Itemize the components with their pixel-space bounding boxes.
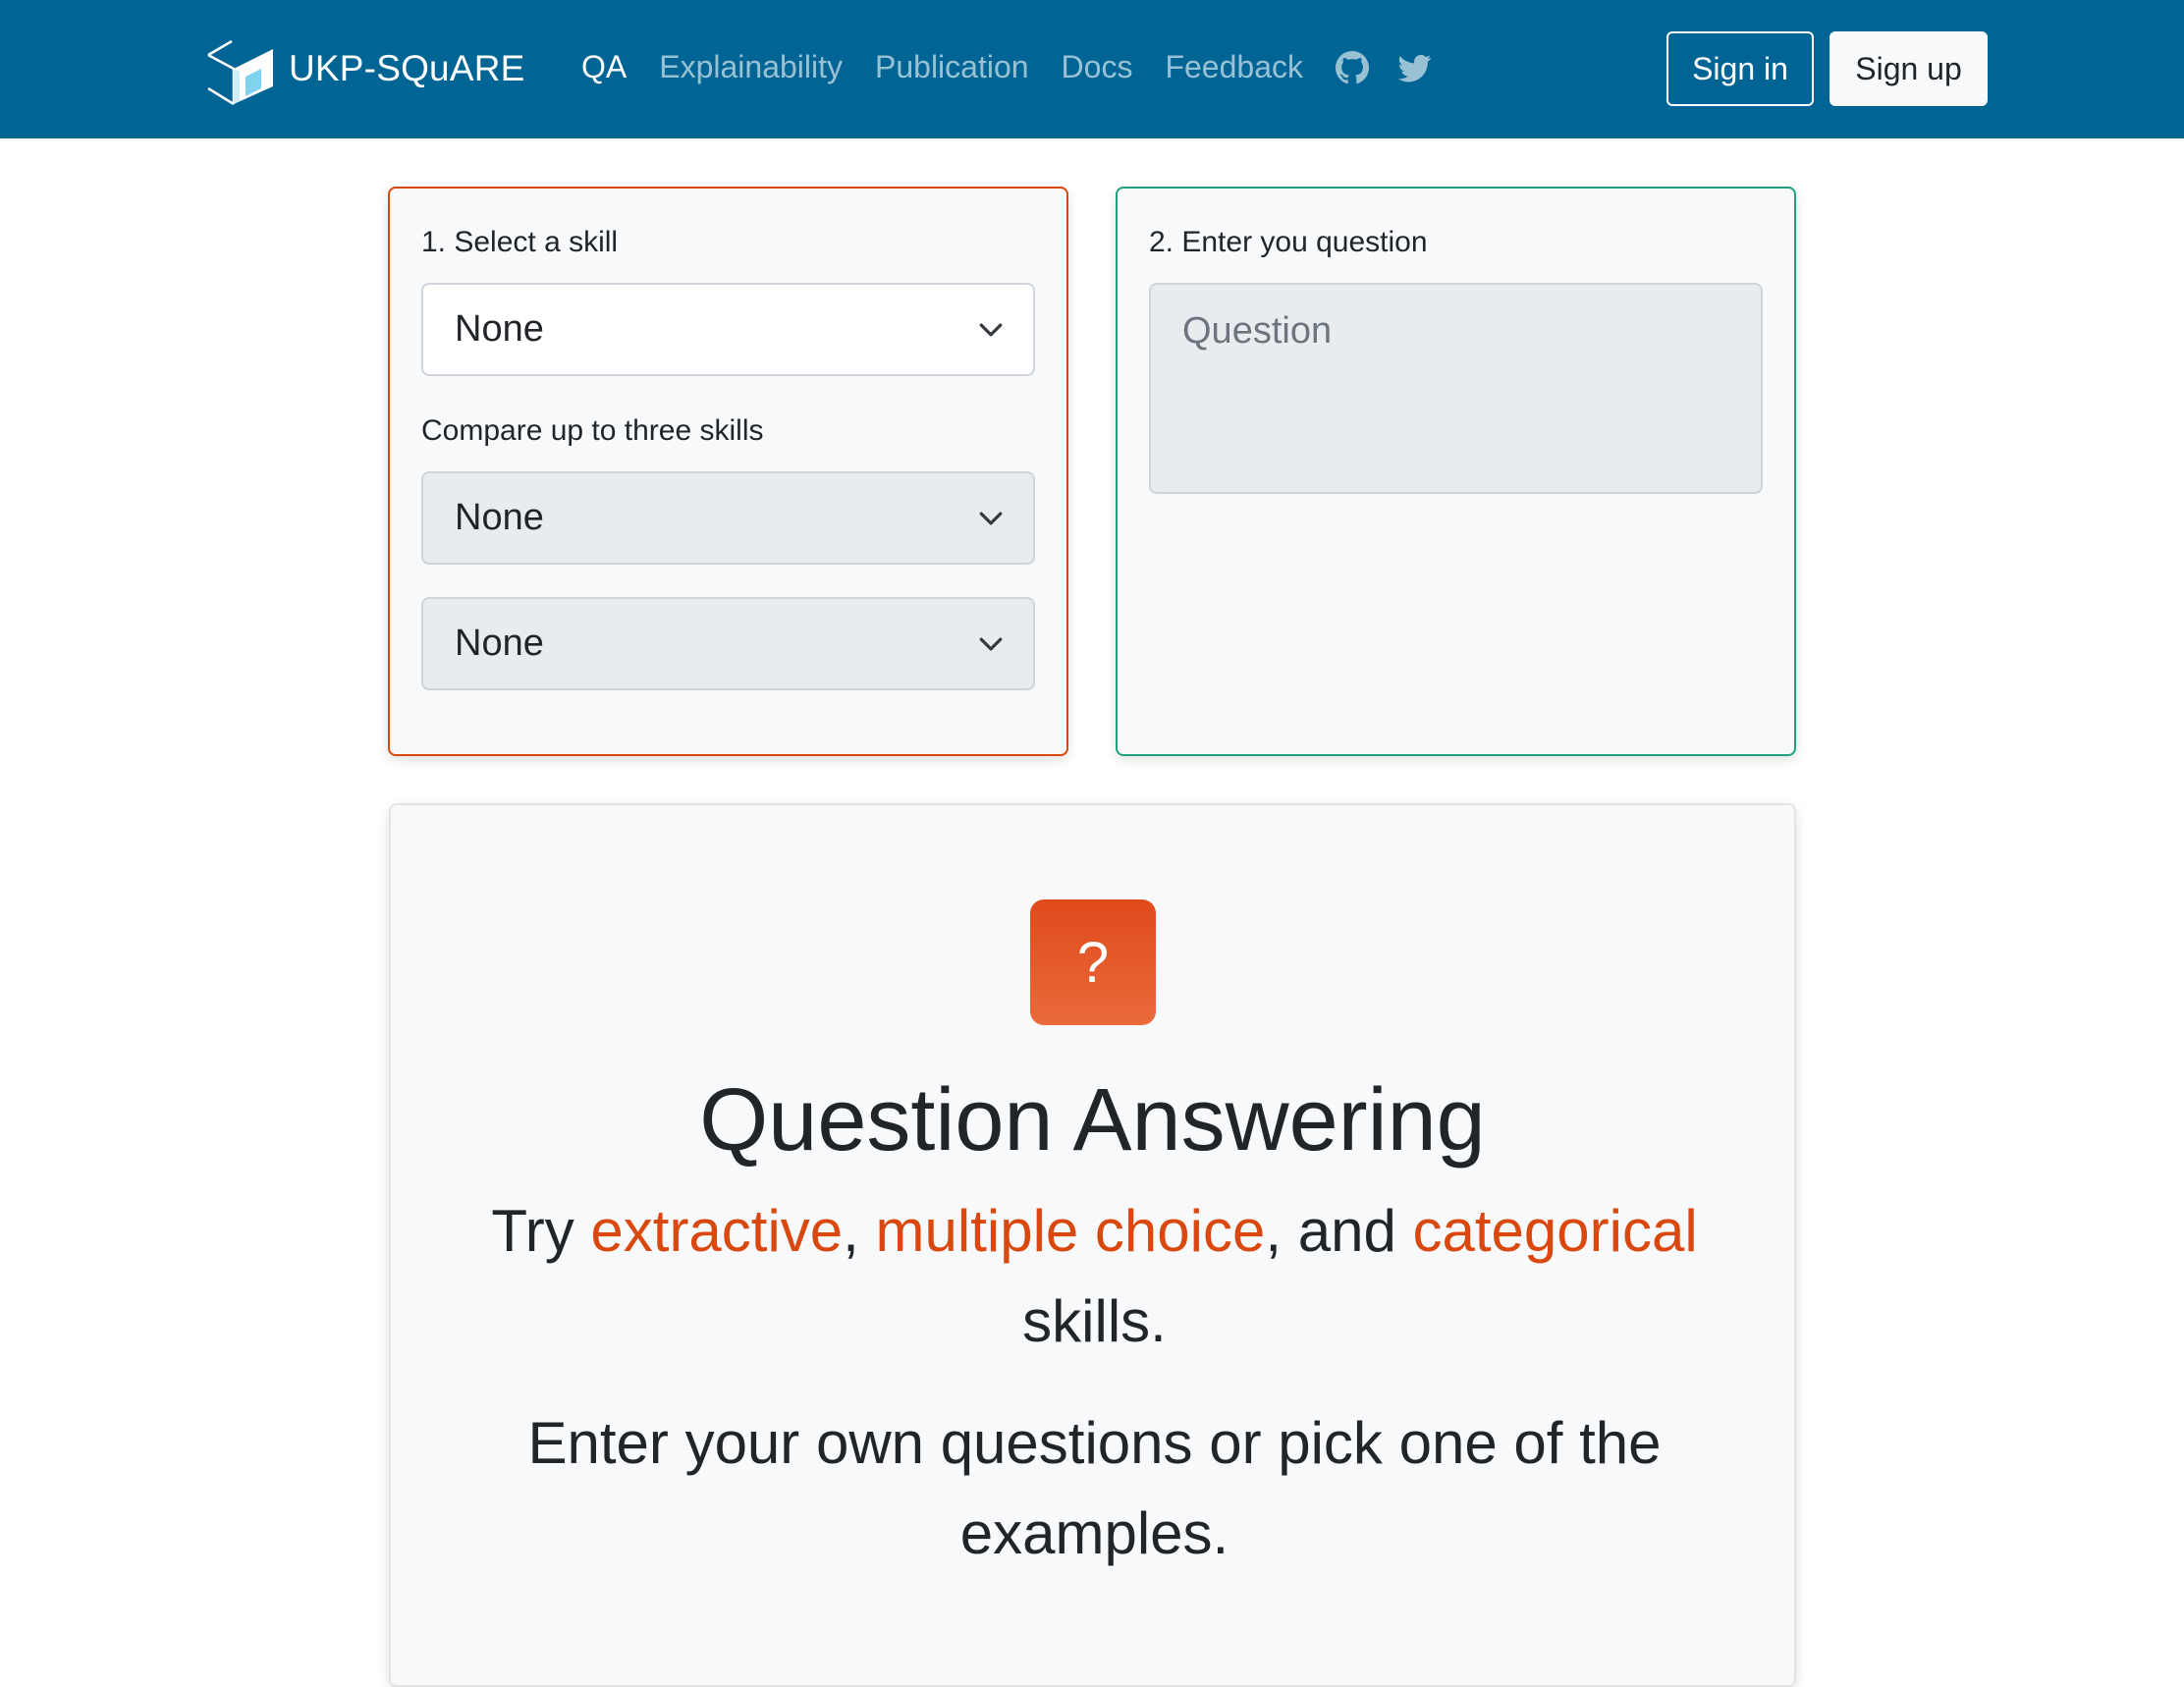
brand-name: UKP-SQuARE [289, 48, 525, 88]
sign-in-button[interactable]: Sign in [1666, 31, 1814, 106]
try-prefix: Try [491, 1198, 591, 1264]
multiple-choice-link[interactable]: multiple choice [876, 1198, 1266, 1264]
square-logo-icon [207, 39, 273, 106]
page-title: Question Answering [699, 1071, 1486, 1170]
try-suffix: skills. [1022, 1288, 1167, 1354]
chevron-down-icon [979, 637, 1003, 651]
skill-types-text: Try extractive, multiple choice, and cat… [489, 1186, 1700, 1367]
github-icon[interactable] [1335, 50, 1369, 84]
nav-link-publication[interactable]: Publication [875, 49, 1029, 85]
nav-link-feedback[interactable]: Feedback [1165, 49, 1303, 85]
nav-link-docs[interactable]: Docs [1062, 49, 1133, 85]
compare-skill-value-2: None [455, 623, 544, 664]
question-input[interactable]: Question [1149, 283, 1763, 494]
question-mark-icon: ? [1030, 899, 1156, 1025]
compare-skill-select-1[interactable]: None [421, 471, 1035, 565]
instructions-text: Enter your own questions or pick one of … [527, 1410, 1662, 1566]
extractive-link[interactable]: extractive [590, 1198, 843, 1264]
top-navbar: UKP-SQuARE QA Explainability Publication… [0, 0, 2184, 138]
twitter-icon[interactable] [1397, 51, 1432, 84]
separator: , [843, 1198, 876, 1264]
skill-selection-card: 1. Select a skill None Compare up to thr… [388, 187, 1068, 756]
enter-question-label: 2. Enter you question [1149, 226, 1428, 258]
compare-skills-label: Compare up to three skills [421, 414, 764, 447]
brand[interactable]: UKP-SQuARE [204, 27, 525, 110]
separator: , and [1265, 1198, 1413, 1264]
skill-select-value: None [455, 308, 544, 350]
compare-skill-select-2[interactable]: None [421, 597, 1035, 690]
qa-intro-panel: ? Question Answering Try extractive, mul… [389, 803, 1796, 1687]
nav-link-explainability[interactable]: Explainability [659, 49, 843, 85]
chevron-down-icon [979, 512, 1003, 525]
compare-skill-value-1: None [455, 497, 544, 538]
nav-link-qa[interactable]: QA [581, 49, 627, 85]
nav-links: QA Explainability Publication Docs Feedb… [581, 49, 1461, 85]
chevron-down-icon [979, 323, 1003, 337]
sign-up-button[interactable]: Sign up [1829, 31, 1988, 106]
skill-select[interactable]: None [421, 283, 1035, 376]
categorical-link[interactable]: categorical [1413, 1198, 1698, 1264]
question-card: 2. Enter you question Question [1116, 187, 1796, 756]
select-skill-label: 1. Select a skill [421, 226, 619, 258]
